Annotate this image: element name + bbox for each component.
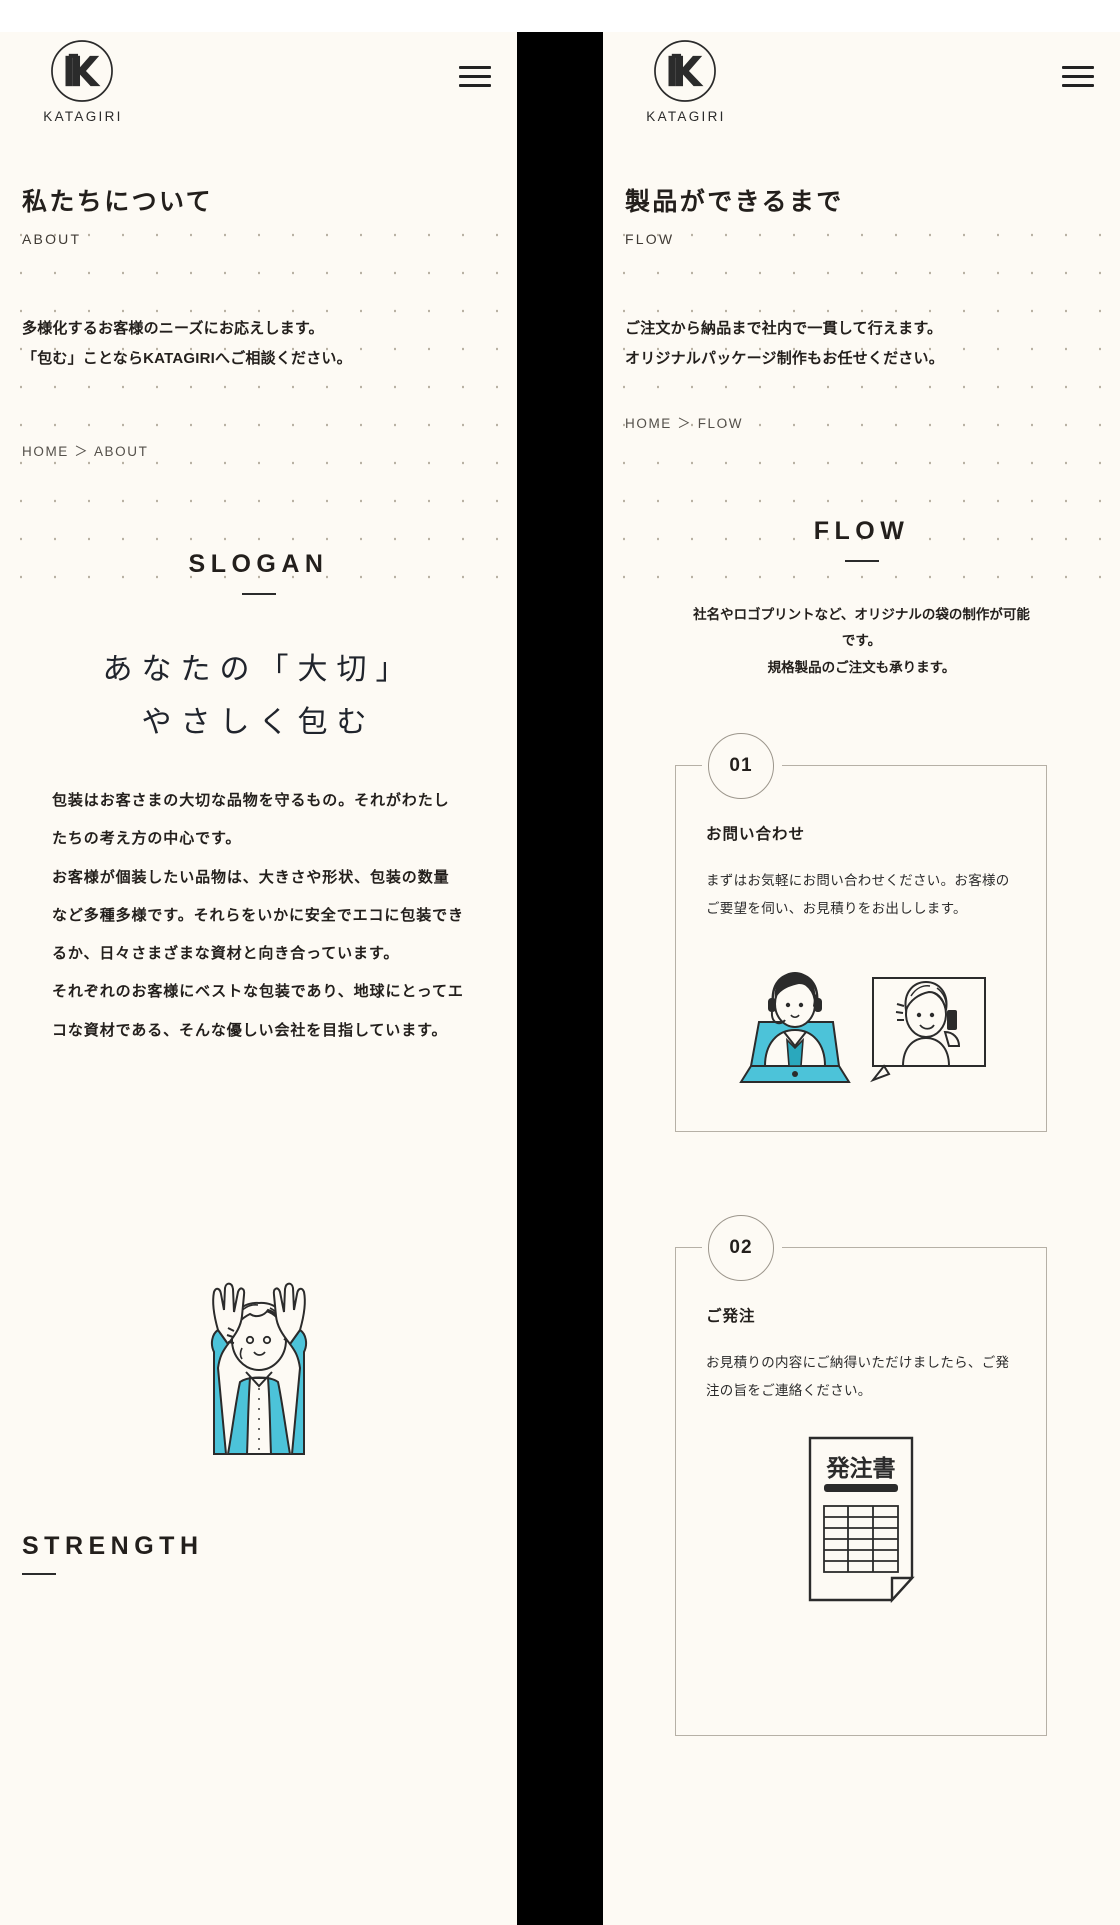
about-hero-lead: 多様化するお客様のニーズにお応えします。 「包む」ことならKATAGIRIへご相… bbox=[0, 314, 370, 374]
slogan-line-1: あなたの「大切」 bbox=[102, 653, 415, 686]
flow-hero: 製品ができるまで FLOW bbox=[603, 182, 1120, 247]
site-header-about: KATAGIRI bbox=[0, 32, 517, 152]
site-logo-wordmark-flow: KATAGIRI bbox=[646, 109, 726, 124]
dual-screenshot-canvas: KATAGIRI 私たちについて ABOUT 多様化するお客様のニーズにお応えし… bbox=[0, 0, 1120, 1925]
about-page-subtitle: ABOUT bbox=[22, 231, 82, 247]
flow-page-panel: KATAGIRI 製品ができるまで FLOW ご注文から納品まで社内で一貫して行… bbox=[603, 32, 1120, 1925]
person-cheering-illustration-icon bbox=[210, 1282, 307, 1455]
about-paragraph-1: 包装はお客さまの大切な品物を守るもの。それがわたしたちの考え方の中心です。 bbox=[52, 792, 450, 848]
flow-lead-line-1: ご注文から納品まで社内で一貫して行えます。 bbox=[625, 320, 943, 337]
order-form-label: 発注書 bbox=[826, 1455, 896, 1481]
about-page-panel: KATAGIRI 私たちについて ABOUT 多様化するお客様のニーズにお応えし… bbox=[0, 32, 517, 1925]
flow-page-subtitle: FLOW bbox=[625, 231, 675, 247]
katagiri-k-logo-icon-flow bbox=[654, 40, 716, 102]
flow-step-02-box: 02 ご発注 お見積りの内容にご納得いただけましたら、ご発注の旨をご連絡ください… bbox=[675, 1215, 1047, 1737]
burger-bar-3 bbox=[459, 84, 491, 87]
dot-grid-background-about bbox=[0, 210, 517, 602]
flow-step-card-02[interactable]: 02 ご発注 お見積りの内容にご納得いただけましたら、ご発注の旨をご連絡ください… bbox=[675, 1215, 1047, 1737]
burger-bar-1 bbox=[1062, 66, 1094, 69]
flow-step-01-number: 01 bbox=[708, 733, 774, 799]
about-hero: 私たちについて ABOUT bbox=[0, 182, 517, 247]
slogan-section-heading: SLOGAN bbox=[0, 550, 517, 595]
slogan-heading-text: SLOGAN bbox=[188, 550, 329, 578]
operator-and-caller-illustration-icon bbox=[739, 972, 986, 1084]
hamburger-menu-icon-flow[interactable] bbox=[1062, 66, 1094, 90]
katagiri-k-logo-icon bbox=[51, 40, 113, 102]
flow-step-02-illustration: 発注書 bbox=[706, 1430, 1016, 1615]
site-header-flow: KATAGIRI bbox=[603, 32, 1120, 152]
slogan-heading-rule bbox=[241, 593, 276, 595]
flow-step-01-illustration bbox=[706, 948, 1016, 1103]
flow-step-01-box: 01 お問い合わせ まずはお気軽にお問い合わせください。お客様のご要望を伺い、お… bbox=[675, 733, 1047, 1133]
panel-divider-gutter bbox=[517, 32, 603, 1925]
flow-step-02-number: 02 bbox=[708, 1215, 774, 1281]
flow-page-title: 製品ができるまで bbox=[625, 188, 844, 216]
top-white-strip bbox=[0, 0, 1120, 32]
strength-section-heading: STRENGTH bbox=[0, 1532, 517, 1575]
flow-heading-text: FLOW bbox=[813, 517, 910, 545]
flow-intro-line-1: 社名やロゴプリントなど、オリジナルの袋の制作が可能 bbox=[693, 607, 1030, 622]
flow-step-02-title: ご発注 bbox=[706, 1308, 756, 1325]
site-logo-wordmark: KATAGIRI bbox=[43, 109, 123, 124]
slogan-text: あなたの「大切」 やさしく包む bbox=[0, 644, 517, 749]
flow-breadcrumb[interactable]: HOME ＞ FLOW bbox=[603, 412, 743, 432]
flow-step-01-text: まずはお気軽にお問い合わせください。お客様のご要望を伺い、お見積りをお出しします… bbox=[706, 873, 1010, 916]
strength-heading-rule bbox=[22, 1573, 56, 1575]
burger-bar-2 bbox=[1062, 75, 1094, 78]
flow-lead-line-2: オリジナルパッケージ制作もお任せください。 bbox=[625, 350, 944, 367]
about-illustration bbox=[0, 1272, 517, 1467]
burger-bar-3 bbox=[1062, 84, 1094, 87]
burger-bar-1 bbox=[459, 66, 491, 69]
about-body-copy: 包装はお客さまの大切な品物を守るもの。それがわたしたちの考え方の中心です。 お客… bbox=[0, 782, 517, 1050]
slogan-line-2: やさしく包む bbox=[141, 705, 376, 739]
flow-intro-copy: 社名やロゴプリントなど、オリジナルの袋の制作が可能 です。 規格製品のご注文も承… bbox=[603, 602, 1120, 681]
flow-section-heading: FLOW bbox=[603, 517, 1120, 562]
about-lead-line-2: 「包む」ことならKATAGIRIへご相談ください。 bbox=[22, 350, 352, 367]
flow-hero-lead: ご注文から納品まで社内で一貫して行えます。 オリジナルパッケージ制作もお任せくだ… bbox=[603, 314, 962, 374]
about-paragraph-2: お客様が個装したい品物は、大きさや形状、包装の数量など多種多様です。それらをいか… bbox=[52, 868, 464, 963]
about-page-title: 私たちについて bbox=[22, 188, 214, 216]
flow-step-02-text: お見積りの内容にご納得いただけましたら、ご発注の旨をご連絡ください。 bbox=[706, 1355, 1010, 1398]
about-paragraph-3: それぞれのお客様にベストな包装であり、地球にとってエコな資材である、そんな優しい… bbox=[52, 983, 464, 1039]
flow-heading-rule bbox=[844, 560, 879, 562]
flow-step-card-01[interactable]: 01 お問い合わせ まずはお気軽にお問い合わせください。お客様のご要望を伺い、お… bbox=[675, 733, 1047, 1133]
strength-heading-text: STRENGTH bbox=[22, 1532, 204, 1560]
flow-intro-line-3: 規格製品のご注文も承ります。 bbox=[767, 659, 956, 675]
site-logo-link-flow[interactable]: KATAGIRI bbox=[625, 38, 745, 124]
about-breadcrumb[interactable]: HOME ＞ ABOUT bbox=[0, 440, 148, 460]
flow-intro-line-2: です。 bbox=[841, 633, 882, 649]
hamburger-menu-icon[interactable] bbox=[459, 66, 491, 90]
purchase-order-form-illustration-icon: 発注書 bbox=[808, 1437, 915, 1604]
burger-bar-2 bbox=[459, 75, 491, 78]
site-logo-link[interactable]: KATAGIRI bbox=[22, 38, 142, 124]
flow-step-01-title: お問い合わせ bbox=[706, 826, 806, 843]
about-lead-line-1: 多様化するお客様のニーズにお応えします。 bbox=[22, 320, 324, 337]
